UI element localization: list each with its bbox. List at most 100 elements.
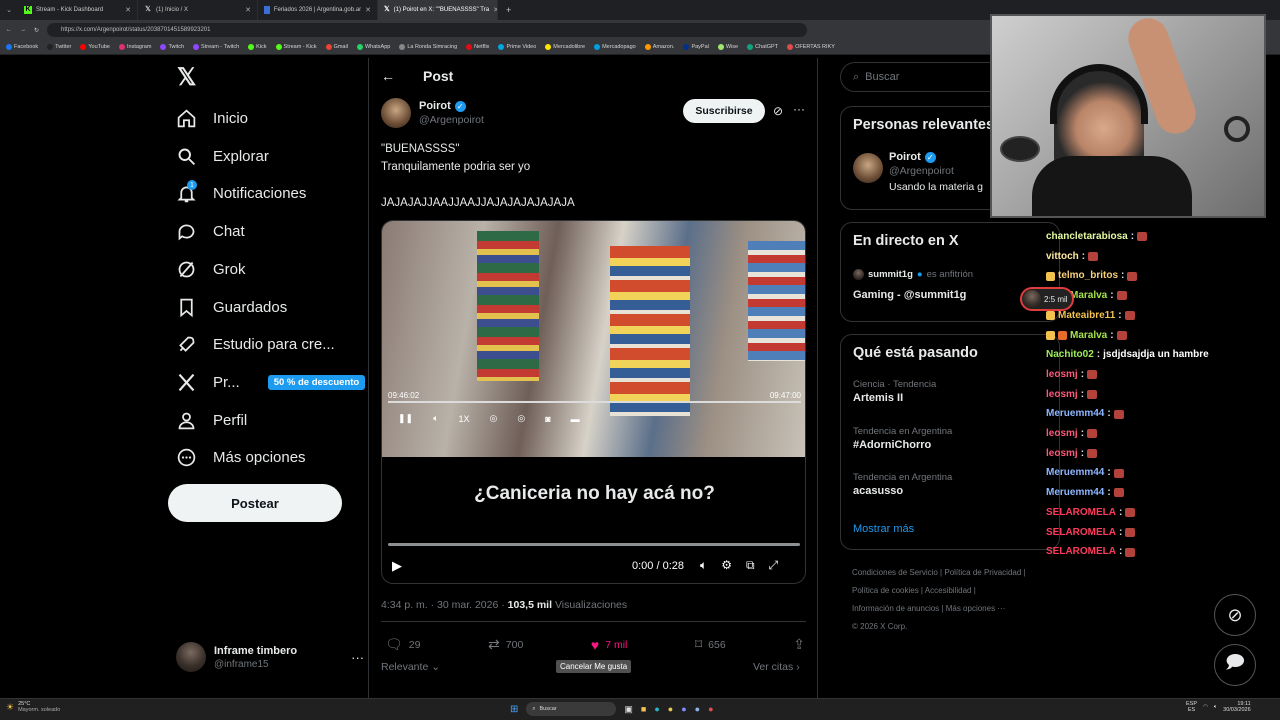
video-progress-bar[interactable]: [388, 543, 800, 546]
bookmark-item[interactable]: La Ronda Simracing: [399, 44, 457, 50]
reply-button[interactable]: 🗨︎ 29: [385, 636, 420, 653]
like-button[interactable]: ♥ 7 mil: [591, 636, 627, 653]
bookmark-item[interactable]: Netflix: [466, 44, 489, 50]
weather-widget[interactable]: ☀ 25°C Mayorm. soleado: [6, 701, 60, 713]
trend-item[interactable]: Tendencia en Argentina acasusso: [853, 472, 952, 497]
file-explorer-icon[interactable]: ■: [641, 704, 646, 714]
author-handle[interactable]: @Argenpoirot: [419, 114, 484, 126]
steam-icon[interactable]: ●: [695, 704, 700, 714]
chrome-icon[interactable]: ●: [668, 704, 673, 714]
clock[interactable]: 19:11 30/03/2026: [1223, 701, 1251, 713]
play-button[interactable]: ▶: [392, 558, 402, 574]
footer-link[interactable]: Condiciones de Servicio: [852, 568, 938, 577]
video-frame[interactable]: 09:46:02 09:47:00 ❚❚ 🔈︎ 1X ◎ ◎ ◙ ▬: [382, 221, 805, 457]
back-icon[interactable]: ←: [6, 27, 12, 33]
bookmark-item[interactable]: Amazon.: [644, 44, 674, 50]
chat-username[interactable]: leosmj: [1046, 424, 1078, 444]
live-show-title[interactable]: Gaming - @summit1g: [853, 289, 966, 301]
footer-link[interactable]: Accesibilidad: [925, 586, 972, 595]
trend-item[interactable]: Tendencia en Argentina #AdorniChorro: [853, 426, 952, 451]
language-indicator[interactable]: ESP ES: [1186, 701, 1197, 713]
app-icon[interactable]: ●: [708, 704, 713, 714]
footer-link[interactable]: Política de cookies: [852, 586, 919, 595]
tab-x-home[interactable]: 𝕏 (1) Inicio / X ✕: [138, 0, 258, 20]
bookmark-item[interactable]: WhatsApp: [356, 44, 390, 50]
reload-icon[interactable]: ↻: [34, 27, 39, 34]
windows-start-icon[interactable]: ⊞: [510, 704, 518, 715]
nav-item-notificaciones[interactable]: 1 Notificaciones: [176, 180, 306, 204]
show-more-link[interactable]: Mostrar más: [853, 523, 914, 535]
nav-item-pr[interactable]: Pr... 50 % de descuento: [176, 372, 366, 393]
close-icon[interactable]: ✕: [125, 6, 131, 14]
nav-item-explorar[interactable]: Explorar: [176, 146, 269, 167]
chat-username[interactable]: Meruemm44: [1046, 483, 1104, 503]
nav-item-grok[interactable]: Grok: [176, 259, 246, 280]
chat-username[interactable]: SELAROMELA: [1046, 503, 1116, 523]
author-avatar[interactable]: [381, 98, 411, 128]
account-switcher[interactable]: Inframe timbero @inframe15 ···: [176, 642, 364, 672]
nav-item-chat[interactable]: Chat: [176, 221, 245, 242]
chat-username[interactable]: telmo_britos: [1058, 266, 1118, 286]
chat-username[interactable]: Meruemm44: [1046, 404, 1104, 424]
bookmark-item[interactable]: Stream - Twitch: [193, 44, 239, 50]
volume-icon[interactable]: 🔈︎: [1214, 704, 1217, 711]
bookmark-item[interactable]: YouTube: [80, 44, 110, 50]
bookmark-item[interactable]: Prime Video: [498, 44, 536, 50]
bookmark-item[interactable]: Wise: [717, 44, 738, 50]
bookmark-item[interactable]: Kick: [248, 44, 267, 50]
close-icon[interactable]: ✕: [365, 6, 371, 14]
share-button[interactable]: ⇪: [793, 636, 805, 653]
x-logo-icon[interactable]: 𝕏: [177, 66, 196, 90]
repost-button[interactable]: ⇄ 700: [488, 636, 523, 653]
nav-item-inicio[interactable]: Inicio: [176, 108, 248, 129]
post-button[interactable]: Postear: [168, 484, 342, 522]
footer-link[interactable]: Política de Privacidad: [944, 568, 1021, 577]
person-name[interactable]: Poirot: [889, 151, 921, 163]
bookmark-item[interactable]: PayPal: [683, 44, 709, 50]
tab-feriados[interactable]: Feriados 2026 | Argentina.gob.ar ✕: [258, 0, 378, 20]
chat-username[interactable]: leosmj: [1046, 365, 1078, 385]
fullscreen-icon[interactable]: ⤢: [769, 558, 779, 573]
person-avatar[interactable]: [853, 153, 883, 183]
bookmark-item[interactable]: Gmail: [325, 44, 348, 50]
edge-icon[interactable]: ●: [654, 704, 659, 714]
view-quotes-link[interactable]: Ver citas ›: [753, 661, 800, 673]
bookmark-item[interactable]: Twitter: [47, 44, 71, 50]
nav-item-perfil[interactable]: Perfil: [176, 410, 247, 431]
sort-dropdown[interactable]: Relevante ⌄: [381, 661, 440, 673]
new-tab-button[interactable]: +: [498, 5, 519, 15]
chat-username[interactable]: leosmj: [1046, 444, 1078, 464]
chat-fab[interactable]: 🗩: [1214, 644, 1256, 686]
nav-item-más-opciones[interactable]: Más opciones: [176, 447, 306, 468]
post-timestamp[interactable]: 4:34 p. m. · 30 mar. 2026 ·: [381, 599, 508, 611]
footer-link[interactable]: Más opciones ···: [946, 604, 1006, 613]
chat-username[interactable]: SELAROMELA: [1046, 523, 1116, 543]
settings-icon[interactable]: ⚙: [721, 558, 732, 573]
chat-username[interactable]: Nachito02: [1046, 345, 1094, 365]
task-view-icon[interactable]: ▣: [624, 704, 633, 715]
bookmark-item[interactable]: Facebook: [6, 44, 38, 50]
bookmark-item[interactable]: Stream - Kick: [275, 44, 317, 50]
chat-username[interactable]: Meruemm44: [1046, 463, 1104, 483]
grok-icon[interactable]: ⊘: [773, 104, 783, 118]
nav-item-estudio-para-cre[interactable]: Estudio para cre...: [176, 334, 335, 355]
tab-menu-icon[interactable]: ⌄: [0, 6, 18, 14]
chat-username[interactable]: vittoch: [1046, 247, 1079, 267]
bookmark-item[interactable]: Twitch: [160, 44, 184, 50]
back-arrow-icon[interactable]: ←: [381, 68, 395, 84]
chat-username[interactable]: leosmj: [1046, 385, 1078, 405]
bookmark-button[interactable]: ⌑ 656: [695, 636, 726, 653]
author-name[interactable]: Poirot: [419, 100, 451, 112]
wifi-icon[interactable]: ◠: [1203, 704, 1208, 710]
volume-icon[interactable]: 🔈︎: [700, 558, 707, 573]
forward-icon[interactable]: →: [20, 27, 26, 33]
tab-kick-dashboard[interactable]: K Stream - Kick Dashboard ✕: [18, 0, 138, 20]
bookmark-item[interactable]: ChatGPT: [747, 44, 778, 50]
chat-username[interactable]: Maralva: [1070, 286, 1107, 306]
chat-username[interactable]: SELAROMELA: [1046, 542, 1116, 562]
more-icon[interactable]: ···: [793, 102, 805, 116]
chat-username[interactable]: chancletarabiosa: [1046, 227, 1128, 247]
grok-fab[interactable]: ⊘: [1214, 594, 1256, 636]
discord-icon[interactable]: ●: [681, 704, 686, 714]
chat-username[interactable]: Maralva: [1070, 326, 1107, 346]
